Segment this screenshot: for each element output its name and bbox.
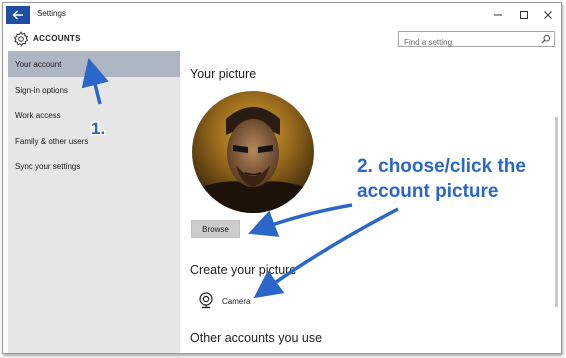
- your-picture-heading: Your picture: [190, 67, 257, 81]
- sidebar-item-label: Sign-in options: [15, 86, 68, 95]
- sidebar-item-label: Work access: [15, 111, 61, 120]
- main-content: Your picture Browse Create your picture …: [180, 51, 552, 353]
- page-header: ACCOUNTS: [3, 27, 561, 51]
- minimize-icon: [494, 14, 502, 16]
- sidebar-item-work-access[interactable]: Work access: [8, 102, 180, 128]
- settings-window: Settings ACCOUNTS Your: [2, 2, 562, 354]
- maximize-button[interactable]: [515, 7, 533, 23]
- camera-option[interactable]: Camera: [198, 291, 250, 311]
- title-bar: Settings: [3, 3, 561, 27]
- account-picture[interactable]: [192, 91, 314, 213]
- sidebar-item-sync-settings[interactable]: Sync your settings: [8, 153, 180, 179]
- back-arrow-icon: [12, 10, 23, 20]
- sidebar-item-label: Family & other users: [15, 137, 89, 146]
- other-accounts-heading: Other accounts you use: [190, 331, 323, 345]
- search-box[interactable]: [398, 31, 555, 50]
- sidebar-item-sign-in-options[interactable]: Sign-in options: [8, 77, 180, 103]
- scrollbar-thumb[interactable]: [555, 117, 558, 307]
- close-icon: [544, 11, 552, 19]
- camera-label: Camera: [222, 296, 251, 306]
- minimize-button[interactable]: [489, 7, 507, 23]
- gear-icon: [13, 31, 29, 47]
- browse-button[interactable]: Browse: [191, 220, 240, 238]
- sidebar-item-family-other-users[interactable]: Family & other users: [8, 128, 180, 154]
- sidebar: Your account Sign-in options Work access…: [8, 51, 180, 353]
- back-button[interactable]: [6, 6, 30, 24]
- window-title: Settings: [37, 9, 66, 18]
- camera-icon: [199, 292, 213, 309]
- sidebar-item-label: Your account: [15, 60, 62, 69]
- maximize-icon: [520, 11, 528, 19]
- sidebar-item-your-account[interactable]: Your account: [8, 51, 180, 77]
- account-picture-image: [192, 91, 314, 213]
- sidebar-item-label: Sync your settings: [15, 162, 81, 171]
- close-button[interactable]: [539, 7, 557, 23]
- search-input[interactable]: [399, 35, 534, 50]
- browse-button-label: Browse: [202, 224, 229, 234]
- create-picture-heading: Create your picture: [190, 263, 297, 277]
- page-title: ACCOUNTS: [33, 34, 81, 43]
- content-scrollbar[interactable]: [552, 51, 561, 353]
- search-icon[interactable]: [541, 34, 551, 44]
